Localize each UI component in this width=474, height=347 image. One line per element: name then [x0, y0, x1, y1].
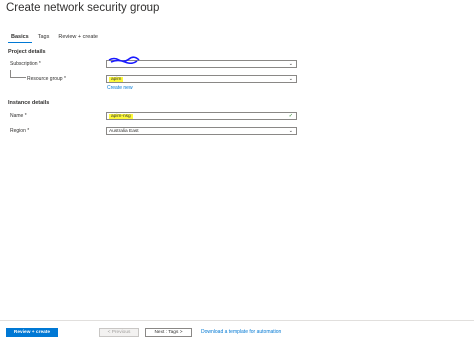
- review-create-button[interactable]: Review + create: [6, 328, 58, 337]
- chevron-down-icon: ⌄: [288, 128, 293, 134]
- region-label: Region *: [10, 128, 30, 134]
- project-details-heading: Project details: [8, 49, 46, 55]
- footer-divider: [0, 320, 474, 321]
- resource-group-label: Resource group *: [27, 76, 66, 82]
- chevron-down-icon: ⌄: [288, 76, 293, 82]
- tree-connector: [10, 70, 26, 78]
- resource-group-select[interactable]: apim ⌄: [106, 75, 297, 83]
- tab-bar: Basics Tags Review + create: [8, 34, 104, 43]
- region-select[interactable]: Australia East ⌄: [106, 127, 297, 135]
- page-title: Create network security group: [6, 2, 160, 14]
- resource-group-value: apim: [109, 77, 124, 82]
- tab-tags[interactable]: Tags: [35, 34, 53, 43]
- more-options-icon[interactable]: ···: [142, 0, 153, 10]
- download-template-link[interactable]: Download a template for automation: [201, 329, 281, 335]
- name-value: apim-nsg: [109, 114, 133, 119]
- subscription-label: Subscription *: [10, 61, 41, 67]
- name-label: Name *: [10, 113, 27, 119]
- region-value: Australia East: [109, 129, 139, 134]
- checkmark-icon: ✓: [288, 113, 293, 119]
- next-tags-button[interactable]: Next : Tags >: [145, 328, 192, 337]
- previous-button[interactable]: < Previous: [99, 328, 139, 337]
- instance-details-heading: Instance details: [8, 100, 50, 106]
- tab-basics[interactable]: Basics: [8, 34, 32, 43]
- redaction-scribble: [108, 56, 140, 64]
- tab-review-create[interactable]: Review + create: [55, 34, 101, 43]
- create-new-link[interactable]: Create new: [107, 85, 133, 91]
- chevron-down-icon: ⌄: [288, 61, 293, 67]
- name-input[interactable]: apim-nsg ✓: [106, 112, 297, 120]
